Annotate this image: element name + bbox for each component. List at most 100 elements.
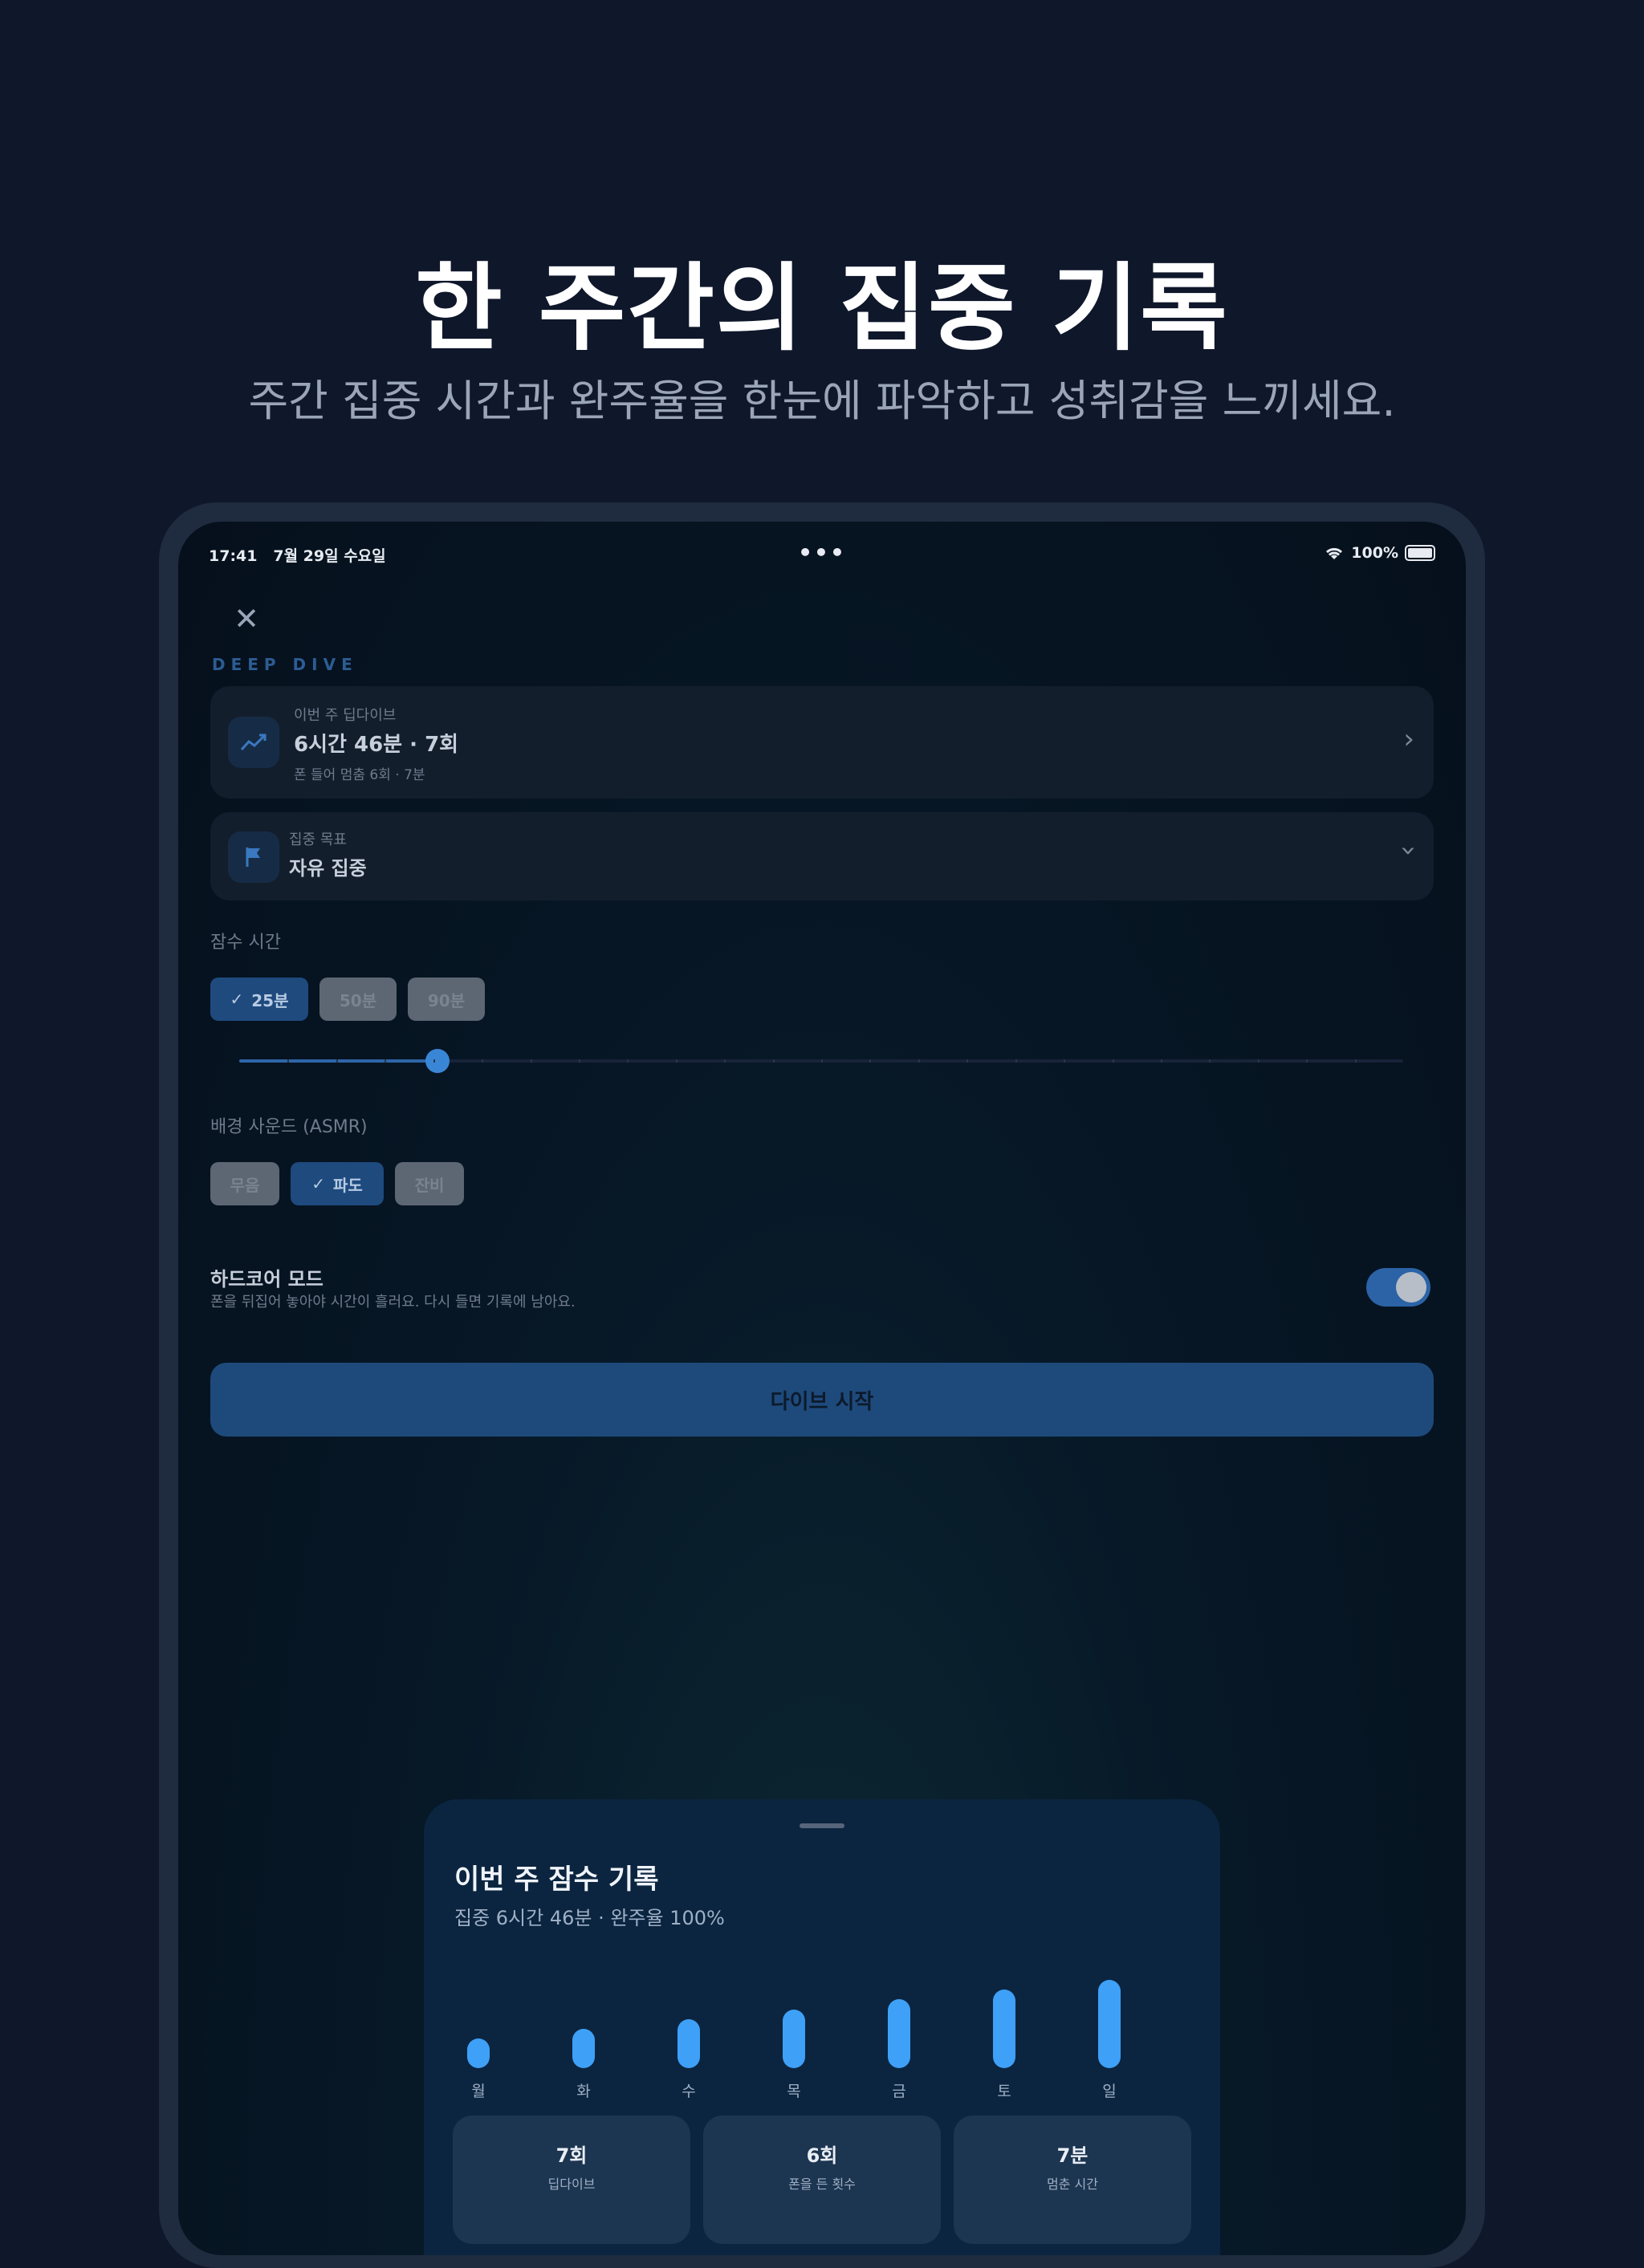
day-label: 일: [1102, 2083, 1117, 2100]
weekly-card-value: 6시간 46분 · 7회: [294, 733, 459, 757]
status-right: 100%: [1324, 544, 1435, 562]
dive-time-option-25[interactable]: ✓ 25분: [210, 978, 308, 1021]
bar-1: [572, 2029, 595, 2068]
chip-label: 25분: [251, 990, 289, 1010]
day-label: 목: [787, 2083, 801, 2100]
bar-5: [993, 1990, 1015, 2068]
hero-title: 한 주간의 집중 기록: [415, 253, 1229, 364]
status-time: 17:41: [209, 547, 258, 565]
slider-tick: [869, 1059, 872, 1063]
slider-tick: [772, 1059, 775, 1063]
stat-value: 6회: [806, 2144, 838, 2167]
slider-tick: [482, 1059, 484, 1063]
goal-card-value: 자유 집중: [289, 857, 367, 880]
multitask-dots-icon[interactable]: •••: [798, 539, 846, 566]
slider-fill: [239, 1059, 437, 1063]
slider-tick: [287, 1059, 290, 1063]
slider-tick: [918, 1059, 920, 1063]
tablet-frame: 17:41 7월 29일 수요일 ••• 100% ✕ DEEP DIVE 이번…: [159, 502, 1485, 2268]
dive-time-slider[interactable]: [239, 1049, 1403, 1073]
slider-tick: [1015, 1059, 1017, 1063]
slider-tick: [1306, 1059, 1308, 1063]
status-date: 7월 29일 수요일: [273, 547, 386, 565]
close-icon[interactable]: ✕: [226, 599, 267, 639]
bar-3: [783, 2009, 805, 2068]
battery-icon: [1405, 545, 1435, 561]
stat-value: 7회: [555, 2144, 588, 2167]
sound-option-rain[interactable]: 잔비: [395, 1162, 464, 1205]
weekly-summary-card[interactable]: 이번 주 딥다이브 6시간 46분 · 7회 폰 들어 멈춤 6회 · 7분 ›: [210, 686, 1434, 799]
day-label: 화: [576, 2083, 591, 2100]
weekly-card-sub: 폰 들어 멈춤 6회 · 7분: [294, 767, 425, 783]
dive-time-option-50[interactable]: 50분: [319, 978, 397, 1021]
day-label: 금: [892, 2083, 906, 2100]
weekly-card-label: 이번 주 딥다이브: [294, 707, 397, 724]
stat-label: 멈춘 시간: [1047, 2177, 1098, 2192]
status-bar: 17:41 7월 29일 수요일 ••• 100%: [209, 539, 1435, 576]
goal-card[interactable]: 집중 목표 자유 집중 ›: [210, 812, 1434, 900]
trend-chart-icon: [228, 717, 279, 768]
slider-tick: [1209, 1059, 1211, 1063]
bar-2: [678, 2018, 700, 2068]
chip-label: 잔비: [414, 1175, 445, 1195]
slider-tick: [675, 1059, 678, 1063]
wifi-icon: [1326, 547, 1343, 559]
slider-tick: [578, 1059, 580, 1063]
chip-label: 파도: [332, 1175, 363, 1195]
stat-card-phone-lifts: 6회 폰을 든 횟수: [703, 2116, 941, 2244]
day-label: 월: [471, 2083, 486, 2100]
chevron-down-icon: ›: [1393, 845, 1426, 856]
stat-value: 7분: [1056, 2144, 1089, 2167]
chip-label: 50분: [339, 990, 377, 1010]
chip-label: 90분: [427, 990, 466, 1010]
sound-option-silent[interactable]: 무음: [210, 1162, 279, 1205]
weekly-record-sheet: 이번 주 잠수 기록 집중 6시간 46분 · 완주율 100% 월 화 수 목 금 토 일…: [424, 1799, 1220, 2255]
slider-tick: [1064, 1059, 1066, 1063]
check-icon: ✓: [311, 1174, 325, 1193]
stat-card-dives: 7회 딥다이브: [453, 2116, 690, 2244]
day-label: 수: [682, 2083, 696, 2100]
battery-percent: 100%: [1351, 544, 1398, 562]
slider-tick: [433, 1059, 435, 1063]
slider-tick: [336, 1059, 338, 1063]
hardcore-desc: 폰을 뒤집어 놓아야 시간이 흘러요. 다시 들면 기록에 남아요.: [210, 1294, 576, 1311]
slider-knob[interactable]: [425, 1049, 450, 1073]
chevron-right-icon: ›: [1403, 723, 1414, 755]
slider-tick: [530, 1059, 532, 1063]
check-icon: ✓: [230, 990, 244, 1009]
flag-icon: [228, 831, 279, 883]
sound-option-wave[interactable]: ✓ 파도: [291, 1162, 384, 1205]
slider-tick: [1354, 1059, 1357, 1063]
slider-tick: [966, 1059, 969, 1063]
hardcore-toggle[interactable]: [1366, 1268, 1430, 1307]
slider-tick: [821, 1059, 823, 1063]
dive-time-label: 잠수 시간: [210, 933, 281, 953]
goal-card-label: 집중 목표: [289, 831, 347, 848]
sheet-title: 이번 주 잠수 기록: [454, 1864, 659, 1896]
slider-tick: [1257, 1059, 1259, 1063]
sheet-subtitle: 집중 6시간 46분 · 완주율 100%: [454, 1907, 725, 1929]
stat-card-paused-time: 7분 멈춘 시간: [954, 2116, 1191, 2244]
sound-label: 배경 사운드 (ASMR): [210, 1117, 368, 1137]
bar-6: [1098, 1980, 1121, 2068]
hero-subtitle: 주간 집중 시간과 완주율을 한눈에 파악하고 성취감을 느끼세요.: [248, 376, 1396, 426]
day-label: 토: [997, 2083, 1011, 2100]
stat-label: 폰을 든 횟수: [788, 2177, 856, 2192]
app-screen: 17:41 7월 29일 수요일 ••• 100% ✕ DEEP DIVE 이번…: [178, 522, 1466, 2255]
brand-label: DEEP DIVE: [212, 655, 358, 674]
bar-4: [888, 1999, 910, 2068]
sheet-drag-handle[interactable]: [800, 1823, 844, 1828]
start-dive-button[interactable]: 다이브 시작: [210, 1363, 1434, 1437]
status-left: 17:41 7월 29일 수요일: [209, 544, 386, 566]
dive-time-option-90[interactable]: 90분: [408, 978, 485, 1021]
stat-label: 딥다이브: [547, 2177, 596, 2192]
chip-label: 무음: [230, 1175, 260, 1195]
slider-tick: [385, 1059, 387, 1063]
slider-tick: [724, 1059, 726, 1063]
hardcore-title: 하드코어 모드: [210, 1268, 324, 1290]
slider-tick: [1160, 1059, 1162, 1063]
slider-tick: [627, 1059, 629, 1063]
toggle-knob: [1396, 1272, 1426, 1303]
bar-0: [467, 2038, 490, 2068]
slider-tick: [1112, 1059, 1114, 1063]
